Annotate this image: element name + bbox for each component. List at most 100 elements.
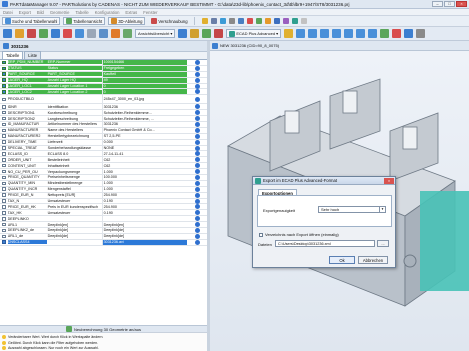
row-value[interactable]: 0 <box>101 89 187 95</box>
info-icon[interactable] <box>194 133 200 139</box>
filter-icon[interactable] <box>246 18 253 24</box>
hidden-line-icon[interactable] <box>392 29 402 38</box>
row-value[interactable]: 254.900 <box>101 192 187 198</box>
info-icon[interactable] <box>194 192 200 198</box>
info-icon[interactable] <box>194 163 200 169</box>
view-3d-button[interactable]: 3D-Ableitung <box>108 17 146 25</box>
info-icon[interactable] <box>194 233 200 239</box>
measure-icon[interactable] <box>111 29 120 38</box>
info-icon[interactable] <box>194 210 200 216</box>
row-checkbox[interactable] <box>2 158 6 162</box>
info-icon[interactable] <box>194 121 200 127</box>
wireframe-icon[interactable] <box>380 29 390 38</box>
row-value[interactable]: 100.000 <box>101 175 187 180</box>
row-value[interactable]: Schutzleiter-Reihenklemme... <box>101 110 187 116</box>
row-checkbox[interactable] <box>2 134 6 139</box>
grid-icon[interactable] <box>237 18 244 24</box>
row-value[interactable]: ST 2,5-PE <box>101 133 187 139</box>
row-value[interactable]: 0 <box>101 83 187 89</box>
row-checkbox[interactable] <box>2 104 6 109</box>
view-front-icon[interactable] <box>284 29 294 38</box>
row-checkbox[interactable] <box>2 228 6 233</box>
row-value[interactable]: 1000154466 <box>101 60 187 65</box>
info-icon[interactable] <box>194 110 200 116</box>
row-checkbox[interactable] <box>2 193 6 197</box>
row-value[interactable]: 27-14-11-41 <box>101 151 187 157</box>
row-value[interactable]: 0.190 <box>101 198 187 204</box>
row-value[interactable]: C62 <box>101 157 187 163</box>
info-icon[interactable] <box>194 180 200 186</box>
info-icon[interactable] <box>194 169 200 175</box>
row-value[interactable]: 3031236 <box>101 122 187 127</box>
row-checkbox[interactable] <box>2 97 6 102</box>
row-value[interactable] <box>101 216 187 222</box>
info-icon[interactable] <box>194 198 200 204</box>
row-checkbox[interactable] <box>2 84 6 88</box>
list-icon[interactable] <box>273 18 280 24</box>
cancel-button[interactable]: Abbrechen <box>358 256 388 264</box>
fit-icon[interactable] <box>416 29 426 38</box>
row-checkbox[interactable] <box>2 169 6 174</box>
settings-icon[interactable] <box>210 18 217 24</box>
row-checkbox[interactable] <box>2 116 6 121</box>
export-icon[interactable] <box>291 18 298 24</box>
info-icon[interactable] <box>194 145 200 151</box>
row-value[interactable]: Deeplink[de] <box>101 233 187 239</box>
view-side-icon[interactable] <box>308 29 318 38</box>
rotate-icon[interactable] <box>99 29 108 38</box>
view-right-icon[interactable] <box>368 29 378 38</box>
copy-icon[interactable] <box>51 29 60 38</box>
refresh-icon[interactable] <box>255 18 262 24</box>
cut-icon[interactable] <box>63 29 72 38</box>
open-icon[interactable] <box>15 29 24 38</box>
info-icon[interactable] <box>194 204 200 210</box>
info-icon[interactable] <box>194 151 200 157</box>
info-icon[interactable] <box>194 77 200 83</box>
row-checkbox[interactable] <box>2 140 6 144</box>
camera-icon[interactable] <box>178 29 188 38</box>
row-checkbox[interactable] <box>2 72 6 77</box>
open-folder-checkbox[interactable] <box>259 232 263 237</box>
row-checkbox[interactable] <box>2 199 6 203</box>
view-bottom-icon[interactable] <box>344 29 354 38</box>
menu-item-extras[interactable]: Extras <box>125 10 137 15</box>
delete-icon[interactable] <box>27 29 36 38</box>
browse-button[interactable]: ... <box>377 240 389 247</box>
frame-icon[interactable] <box>87 29 96 38</box>
row-checkbox[interactable] <box>2 222 6 227</box>
info-icon[interactable] <box>194 216 200 222</box>
row-value[interactable]: 3031236 <box>101 104 187 110</box>
bulb-icon[interactable] <box>201 18 208 24</box>
row-checkbox[interactable] <box>2 234 6 239</box>
menu-item-fenster[interactable]: Fenster <box>143 10 157 15</box>
section-icon[interactable] <box>214 29 224 38</box>
info-icon[interactable] <box>194 139 200 145</box>
globe-icon[interactable] <box>219 18 226 24</box>
row-value[interactable]: Phoenix Contact GmbH & Co... <box>101 127 187 133</box>
menu-item-tabelle[interactable]: Tabelle <box>75 10 88 15</box>
row-value[interactable]: 1.000 <box>101 169 187 175</box>
menu-item-datei[interactable]: Datei <box>3 10 13 15</box>
row-checkbox[interactable] <box>2 163 6 168</box>
menu-item-konfiguration[interactable]: Konfiguration <box>95 10 120 15</box>
3d-viewport[interactable]: Export im ECAD Plus Advanced-Format × Ex… <box>210 51 469 351</box>
row-value[interactable]: C62 <box>101 163 187 169</box>
row-value[interactable]: Freigegeben <box>101 65 187 71</box>
layer-icon[interactable] <box>123 29 132 38</box>
shade-icon[interactable] <box>202 29 212 38</box>
chart-icon[interactable] <box>282 18 289 24</box>
info-icon[interactable] <box>194 65 200 71</box>
info-icon[interactable] <box>194 127 200 133</box>
row-checkbox[interactable] <box>2 60 6 65</box>
row-value[interactable]: 0.000 <box>101 139 187 145</box>
dialog-close-button[interactable]: × <box>384 177 394 184</box>
row-value[interactable]: Schutzleiter-Reihenklemme, ... <box>101 116 187 122</box>
info-icon[interactable] <box>194 186 200 192</box>
info-icon[interactable] <box>194 228 200 233</box>
help-icon[interactable] <box>300 18 307 24</box>
row-value[interactable]: Deeplink[de] <box>101 228 187 233</box>
view-iso-icon[interactable] <box>320 29 330 38</box>
info-icon[interactable] <box>194 60 200 65</box>
row-value[interactable]: 1.000 <box>101 180 187 186</box>
tab-liste[interactable]: Liste <box>24 51 42 59</box>
